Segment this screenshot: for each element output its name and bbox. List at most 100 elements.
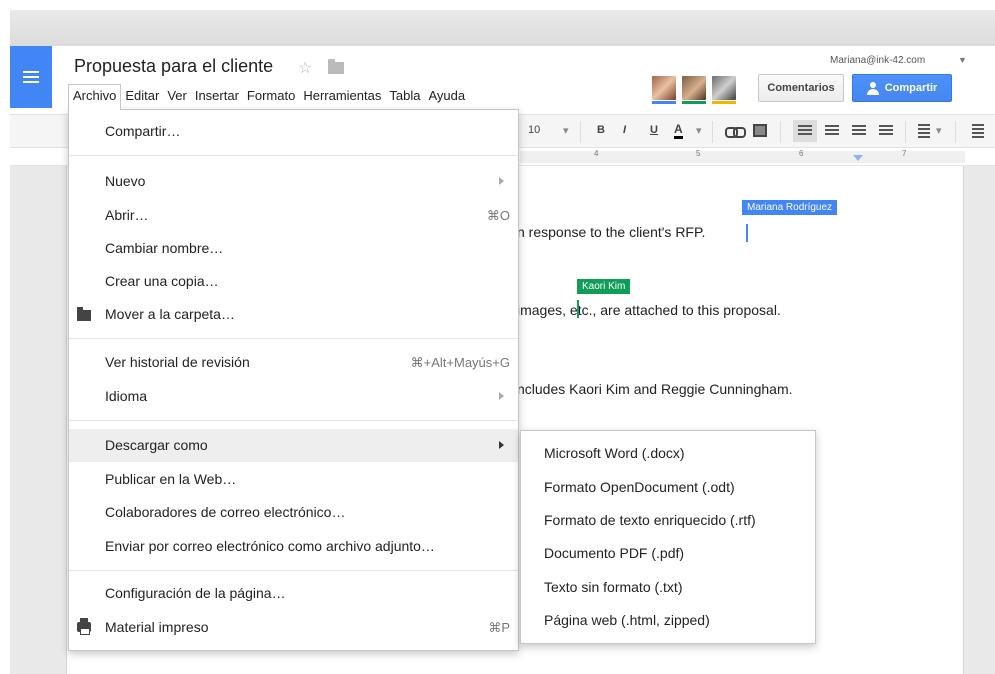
menu-item-label: Idioma	[105, 388, 148, 404]
align-right-icon[interactable]	[852, 125, 866, 137]
menu-item-move[interactable]: Mover a la carpeta…	[69, 298, 518, 331]
line-spacing-chevron-icon[interactable]: ▾	[936, 124, 942, 137]
submenu-item-label: Formato de texto enriquecido (.rtf)	[544, 512, 756, 528]
link-icon[interactable]	[725, 127, 746, 138]
download-option-odt[interactable]: Formato OpenDocument (.odt)	[521, 471, 815, 504]
menu-archivo[interactable]: Archivo	[68, 84, 122, 110]
collaborator-cursor	[746, 224, 748, 242]
menu-item-new[interactable]: Nuevo	[69, 165, 518, 198]
download-option-pdf[interactable]: Documento PDF (.pdf)	[521, 537, 815, 570]
menu-tabla[interactable]: Tabla	[385, 84, 424, 108]
menu-item-label: Ver historial de revisión	[105, 354, 250, 370]
toolbar-divider	[712, 121, 713, 143]
menu-item-copy[interactable]: Crear una copia…	[69, 265, 518, 298]
submenu-arrow-icon	[499, 441, 504, 449]
account-email[interactable]: Mariana@ink-42.com	[830, 55, 925, 66]
menu-item-download[interactable]: Descargar como	[69, 429, 518, 462]
shortcut-label: ⌘+Alt+Mayús+G	[410, 355, 510, 370]
menu-item-label: Publicar en la Web…	[105, 471, 237, 487]
indent-marker-icon[interactable]	[853, 155, 863, 161]
menu-item-label: Nuevo	[105, 173, 146, 189]
menu-insertar[interactable]: Insertar	[191, 84, 243, 108]
submenu-arrow-icon	[499, 392, 504, 400]
menu-item-print[interactable]: Material impreso ⌘P	[69, 611, 518, 644]
doc-text-line: images, etc., are attached to this propo…	[517, 302, 781, 318]
download-option-html[interactable]: Página web (.html, zipped)	[521, 604, 815, 637]
text-color-chevron-icon[interactable]: ▾	[696, 124, 702, 137]
share-button[interactable]: Compartir	[852, 74, 952, 102]
toolbar-divider	[955, 121, 956, 143]
share-button-label: Compartir	[884, 82, 938, 94]
underline-button[interactable]: U	[650, 124, 658, 136]
menu-item-label: Material impreso	[105, 619, 209, 635]
browser-chrome	[10, 10, 995, 46]
menu-item-label: Cambiar nombre…	[105, 240, 224, 256]
menu-item-email-collaborators[interactable]: Colaboradores de correo electrónico…	[69, 496, 518, 529]
folder-icon[interactable]	[328, 59, 344, 74]
docs-home-icon[interactable]	[10, 46, 52, 108]
toolbar-divider	[580, 121, 581, 143]
shortcut-label: ⌘O	[486, 208, 510, 223]
submenu-item-label: Microsoft Word (.docx)	[544, 445, 685, 461]
menu-item-language[interactable]: Idioma	[69, 380, 518, 413]
menu-item-email-attachment[interactable]: Enviar por correo electrónico como archi…	[69, 530, 518, 563]
download-option-rtf[interactable]: Formato de texto enriquecido (.rtf)	[521, 504, 815, 537]
collaborator-cursor-label: Kaori Kim	[577, 279, 631, 294]
italic-button[interactable]: I	[623, 124, 626, 136]
file-menu: Compartir… Nuevo Abrir… ⌘O Cambiar nombr…	[68, 109, 519, 651]
font-size-select[interactable]: 10	[528, 124, 540, 136]
menu-item-share[interactable]: Compartir…	[69, 115, 518, 148]
chevron-down-icon[interactable]: ▼	[958, 55, 967, 65]
menu-item-label: Colaboradores de correo electrónico…	[105, 504, 346, 520]
avatar[interactable]	[712, 76, 736, 104]
avatar[interactable]	[652, 76, 676, 104]
menu-item-label: Descargar como	[105, 437, 208, 453]
ruler-tick: 5	[696, 149, 701, 158]
download-option-docx[interactable]: Microsoft Word (.docx)	[521, 437, 815, 470]
star-icon[interactable]: ☆	[298, 58, 312, 78]
menu-divider	[69, 338, 518, 339]
line-spacing-icon[interactable]	[918, 124, 930, 138]
numbered-list-icon[interactable]	[972, 124, 984, 138]
bold-button[interactable]: B	[597, 124, 605, 136]
document-title[interactable]: Propuesta para el cliente	[74, 56, 273, 77]
align-center-icon[interactable]	[825, 125, 839, 137]
align-justify-icon[interactable]	[879, 125, 893, 137]
text-color-button[interactable]: A	[674, 122, 683, 139]
submenu-item-label: Documento PDF (.pdf)	[544, 545, 685, 561]
comments-button[interactable]: Comentarios	[758, 74, 844, 102]
menu-item-label: Configuración de la página…	[105, 585, 286, 601]
download-option-txt[interactable]: Texto sin formato (.txt)	[521, 571, 815, 604]
folder-icon	[77, 307, 91, 321]
doc-text-line: n response to the client's RFP.	[517, 224, 706, 240]
menu-item-rename[interactable]: Cambiar nombre…	[69, 232, 518, 265]
align-left-icon[interactable]	[793, 120, 817, 142]
menu-divider	[69, 570, 518, 571]
menu-item-label: Crear una copia…	[105, 273, 219, 289]
font-size-chevron-icon[interactable]: ▾	[563, 124, 569, 137]
person-icon	[866, 81, 879, 95]
ruler-tick: 7	[902, 149, 907, 158]
menu-herramientas[interactable]: Herramientas	[299, 84, 385, 108]
toolbar-divider	[905, 121, 906, 143]
ruler-tick: 6	[799, 149, 804, 158]
ruler-scale	[520, 151, 965, 163]
avatar[interactable]	[682, 76, 706, 104]
printer-icon	[77, 618, 91, 635]
menu-item-label: Enviar por correo electrónico como archi…	[105, 538, 435, 554]
menu-ayuda[interactable]: Ayuda	[424, 84, 469, 108]
submenu-item-label: Página web (.html, zipped)	[544, 612, 710, 628]
menu-item-label: Abrir…	[105, 207, 149, 223]
menu-editar[interactable]: Editar	[121, 84, 163, 108]
menu-item-page-setup[interactable]: Configuración de la página…	[69, 577, 518, 610]
menu-item-label: Mover a la carpeta…	[105, 306, 235, 322]
menu-item-open[interactable]: Abrir… ⌘O	[69, 199, 518, 232]
menu-formato[interactable]: Formato	[243, 84, 299, 108]
image-icon[interactable]	[753, 124, 767, 137]
menu-ver[interactable]: Ver	[163, 84, 191, 108]
download-submenu: Microsoft Word (.docx) Formato OpenDocum…	[520, 430, 816, 644]
menubar: Archivo Editar Ver Insertar Formato Herr…	[68, 84, 469, 110]
menu-item-publish[interactable]: Publicar en la Web…	[69, 463, 518, 496]
menu-item-history[interactable]: Ver historial de revisión ⌘+Alt+Mayús+G	[69, 346, 518, 379]
shortcut-label: ⌘P	[488, 620, 510, 635]
